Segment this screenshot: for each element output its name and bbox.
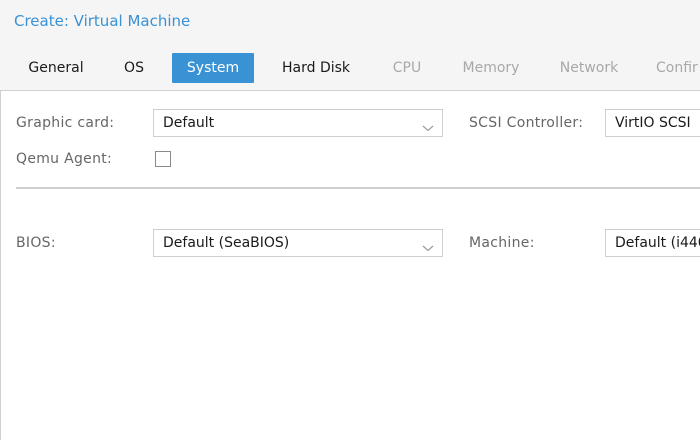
scsi-controller-combobox[interactable]: VirtIO SCSI bbox=[605, 109, 700, 137]
tab-cpu: CPU bbox=[392, 60, 422, 76]
tab-os[interactable]: OS bbox=[114, 53, 154, 83]
tab-network: Network bbox=[559, 60, 619, 76]
section-separator bbox=[16, 187, 700, 189]
tab-confirm: Confir bbox=[656, 60, 698, 76]
title-bar[interactable]: Create: Virtual Machine bbox=[0, 0, 700, 44]
graphic-card-label: Graphic card: bbox=[16, 115, 115, 131]
graphic-card-value: Default bbox=[163, 115, 215, 131]
graphic-card-combobox[interactable]: Default bbox=[153, 109, 443, 137]
scsi-controller-label: SCSI Controller: bbox=[469, 115, 584, 131]
machine-combobox[interactable]: Default (i440fx) bbox=[605, 229, 700, 257]
bios-combobox[interactable]: Default (SeaBIOS) bbox=[153, 229, 443, 257]
machine-value: Default (i440fx) bbox=[615, 235, 700, 251]
window-title: Create: Virtual Machine bbox=[14, 12, 191, 30]
bios-value: Default (SeaBIOS) bbox=[163, 235, 290, 251]
chevron-down-icon[interactable] bbox=[422, 238, 434, 252]
create-vm-window: Create: Virtual Machine General OS Syste… bbox=[0, 0, 700, 440]
qemu-agent-checkbox[interactable] bbox=[155, 151, 171, 167]
bios-label: BIOS: bbox=[16, 235, 56, 251]
tab-system[interactable]: System bbox=[172, 53, 254, 83]
tab-general[interactable]: General bbox=[16, 53, 96, 83]
tab-memory: Memory bbox=[462, 60, 520, 76]
qemu-agent-label: Qemu Agent: bbox=[16, 151, 113, 167]
tab-hard-disk[interactable]: Hard Disk bbox=[270, 53, 362, 83]
scsi-controller-value: VirtIO SCSI bbox=[615, 115, 691, 131]
wizard-tab-bar: General OS System Hard Disk CPU Memory N… bbox=[0, 52, 700, 84]
machine-label: Machine: bbox=[469, 235, 535, 251]
system-panel: Graphic card: Default SCSI Controller: V… bbox=[0, 90, 700, 440]
chevron-down-icon[interactable] bbox=[422, 118, 434, 132]
